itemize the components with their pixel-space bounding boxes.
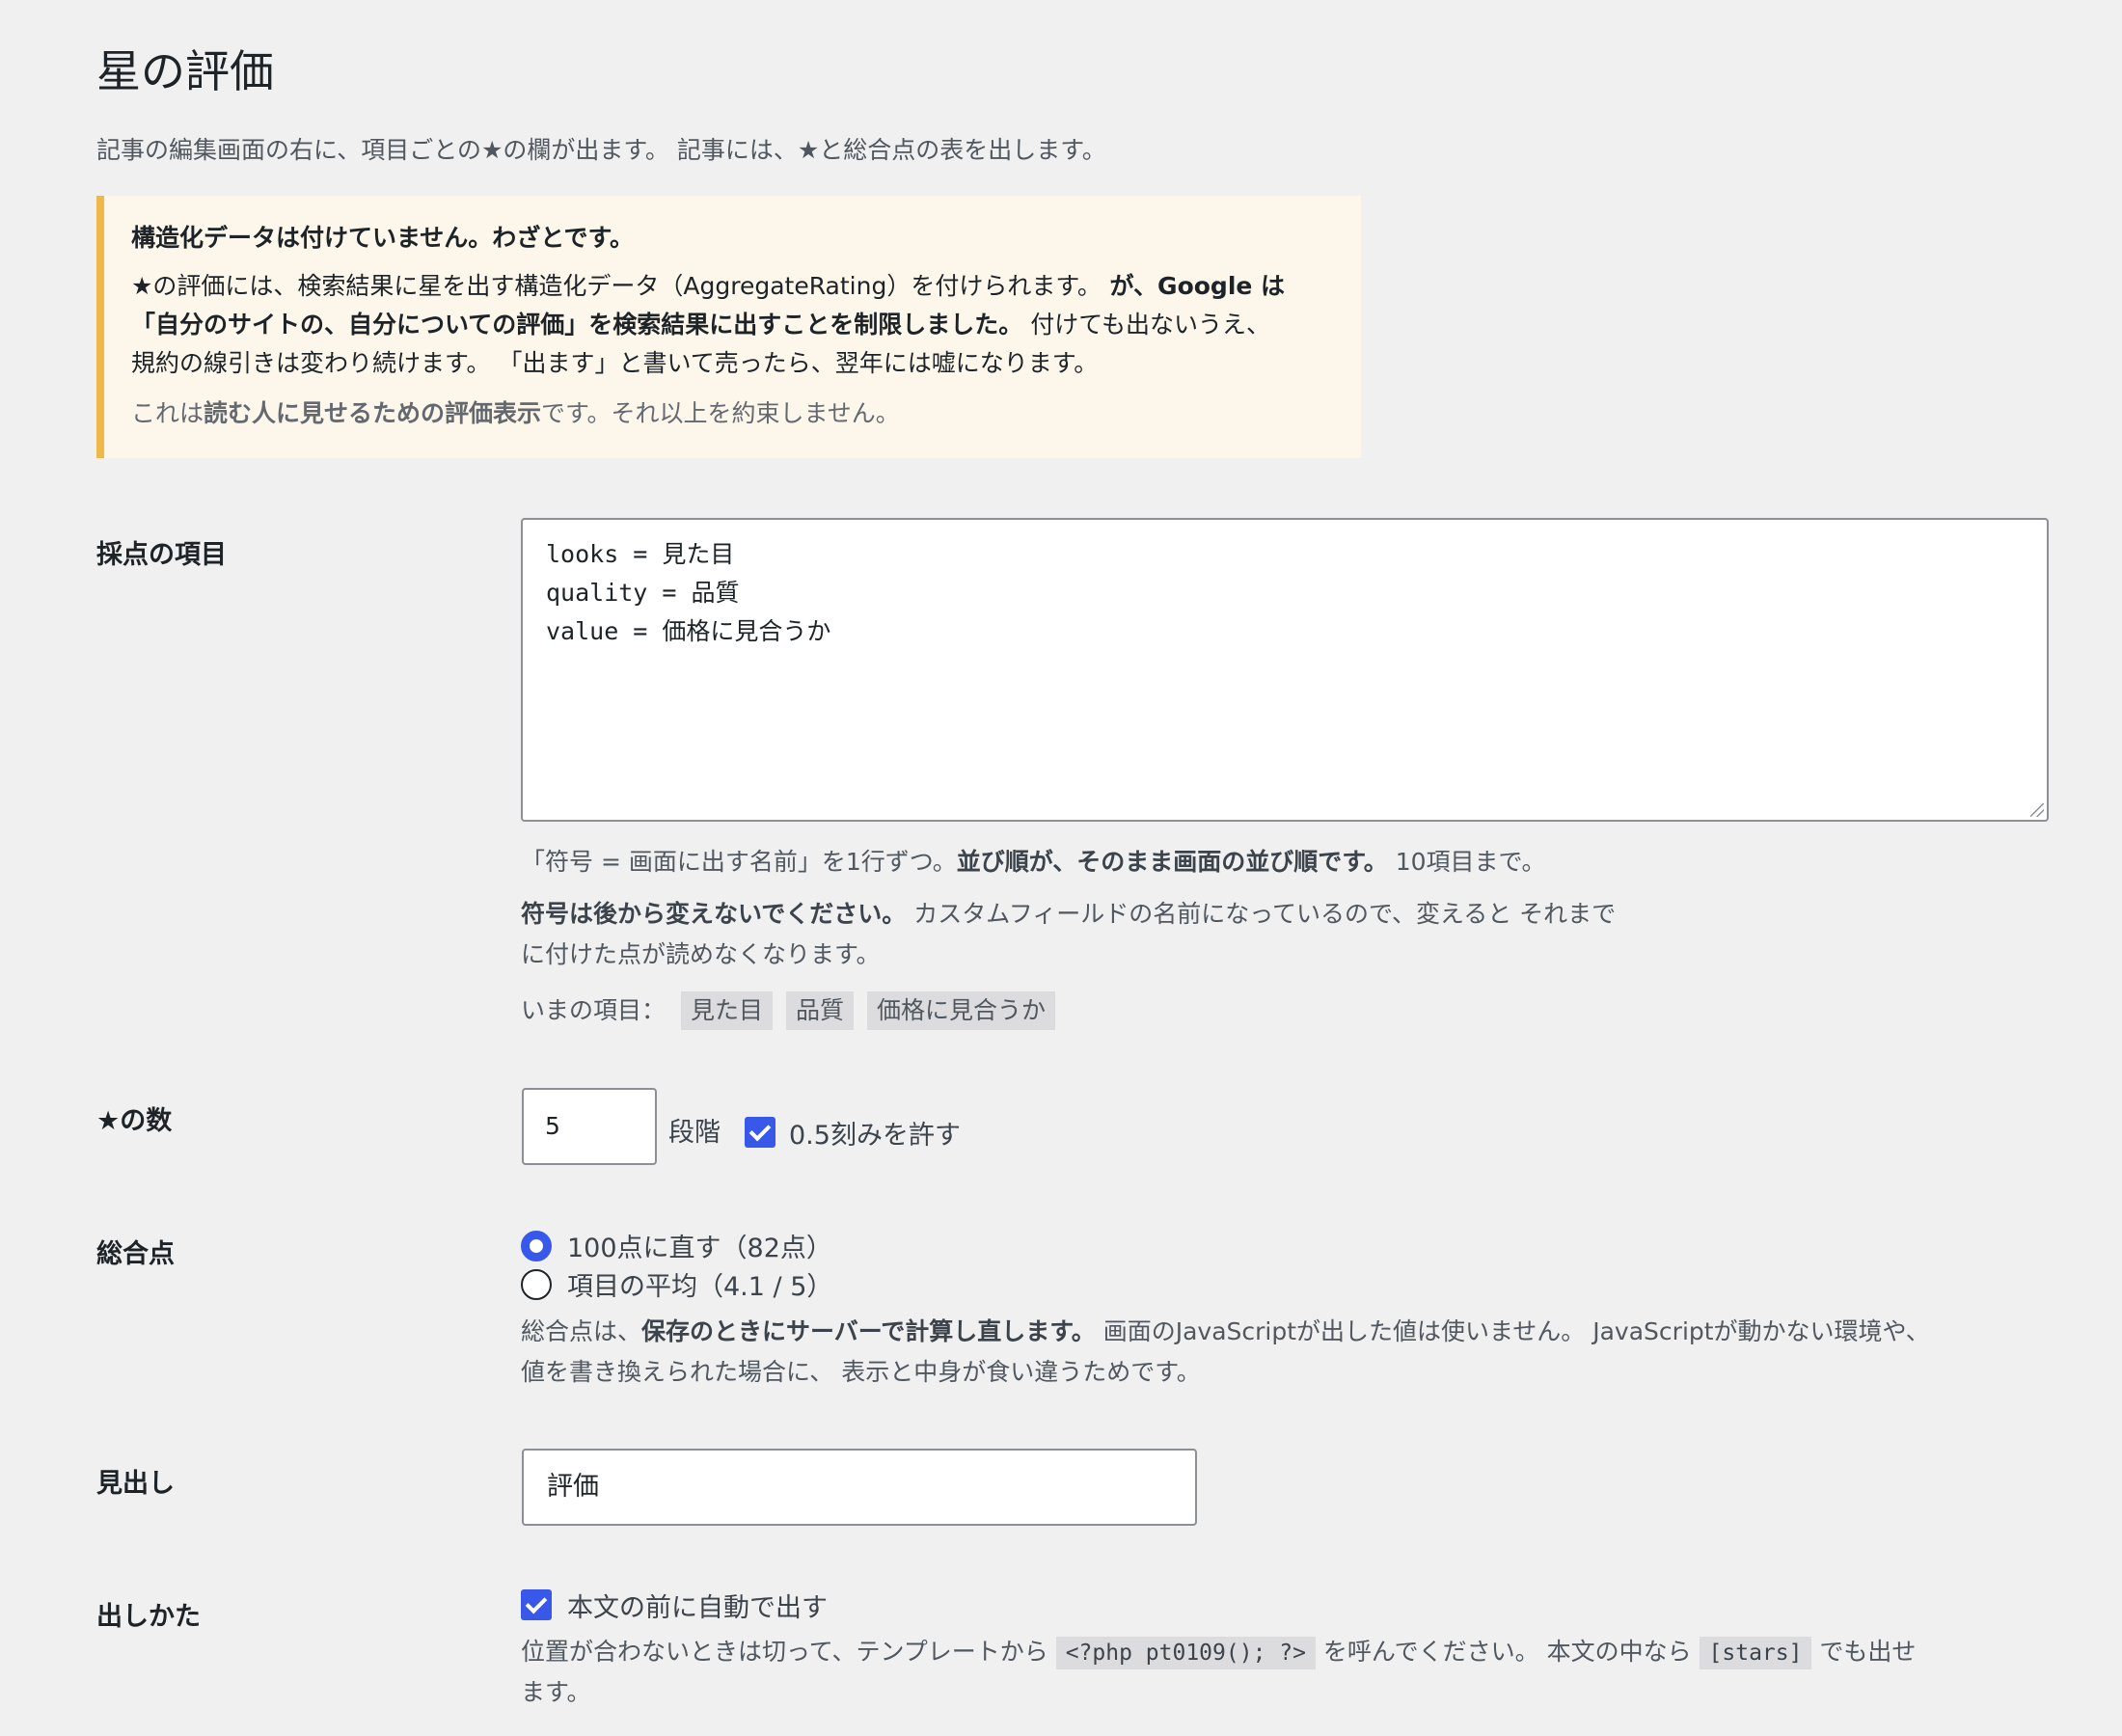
help-text: 「符号 = 画面に出す名前」を1行ずつ。 <box>521 848 957 876</box>
total-score-label: 総合点 <box>96 1239 175 1269</box>
settings-page: 星の評価 記事の編集画面の右に、項目ごとの★の欄が出ます。 記事には、★と総合点… <box>0 0 2122 1736</box>
items-help-1: 「符号 = 画面に出す名前」を1行ずつ。並び順が、そのまま画面の並び順です。 1… <box>521 842 1546 882</box>
template-tag-code: <?php pt0109(); ?> <box>1055 1637 1316 1669</box>
help-text: でも出せ <box>1811 1638 1917 1666</box>
page-title: 星の評価 <box>96 45 274 97</box>
notice-line-2: 「自分のサイトの、自分についての評価」を検索結果に出すことを制限しました。 付け… <box>131 306 1334 344</box>
items-help-3: に付けた点が読めなくなります。 <box>521 940 881 968</box>
help-emphasis: 保存のときにサーバーで計算し直します。 <box>641 1317 1096 1345</box>
items-textarea[interactable]: looks = 見た目 quality = 品質 value = 価格に見合うか <box>521 518 2049 822</box>
warning-notice: 構造化データは付けていません。わざとです。 ★の評価には、検索結果に星を出す構造… <box>96 196 1361 458</box>
help-text: カスタムフィールドの名前になっているので、変えると それまで <box>906 900 1617 928</box>
notice-emphasis: 読む人に見せるための評価表示 <box>204 399 542 427</box>
heading-input[interactable]: 評価 <box>522 1449 1197 1526</box>
current-items: いまの項目： 見た目 品質 価格に見合うか <box>521 990 1056 1031</box>
help-text: 位置が合わないときは切って、テンプレートから <box>521 1638 1056 1666</box>
item-tag: 価格に見合うか <box>867 991 1056 1030</box>
notice-emphasis: 「自分のサイトの、自分についての評価」を検索結果に出すことを制限しました。 <box>131 311 1023 339</box>
items-help-2: 符号は後から変えないでください。 カスタムフィールドの名前になっているので、変え… <box>521 894 1616 935</box>
stars-count-input[interactable]: 5 <box>522 1088 657 1165</box>
current-items-label: いまの項目： <box>521 996 667 1024</box>
half-step-label: 0.5刻みを許す <box>789 1121 961 1151</box>
display-desc-1: 位置が合わないときは切って、テンプレートから <?php pt0109(); ?… <box>521 1632 1916 1673</box>
notice-line-3: 規約の線引きは変わり続けます。 「出ます」と書いて売ったら、翌年には嘘になります… <box>131 349 1099 377</box>
auto-insert-label: 本文の前に自動で出す <box>567 1593 828 1623</box>
help-text: 総合点は、 <box>521 1317 642 1345</box>
heading-label: 見出し <box>96 1469 175 1499</box>
total-mode-radio-100[interactable] <box>521 1231 552 1261</box>
notice-text: です。それ以上を約束しません。 <box>541 399 900 427</box>
help-text: を呼んでください。 本文の中なら <box>1315 1638 1700 1666</box>
total-mode-radio-average[interactable] <box>521 1269 552 1300</box>
notice-emphasis: が、Google は <box>1101 272 1286 300</box>
stars-unit: 段階 <box>668 1118 721 1148</box>
total-mode-option-average[interactable]: 項目の平均（4.1 / 5） <box>567 1265 832 1303</box>
display-desc-2: ます。 <box>521 1678 591 1706</box>
page-intro: 記事の編集画面の右に、項目ごとの★の欄が出ます。 記事には、★と総合点の表を出し… <box>96 136 1106 164</box>
stars-count-label: ★の数 <box>96 1106 173 1136</box>
help-emphasis: 符号は後から変えないでください。 <box>521 900 907 928</box>
resize-handle-icon[interactable] <box>2030 803 2044 817</box>
notice-text: ★の評価には、検索結果に星を出す構造化データ（AggregateRating）を… <box>131 272 1102 300</box>
notice-text: 付けても出ないうえ、 <box>1022 311 1270 339</box>
help-text: 10項目まで。 <box>1387 848 1546 876</box>
help-text: 画面のJavaScriptが出した値は使いません。 JavaScriptが動かな… <box>1095 1317 1930 1345</box>
shortcode-code: [stars] <box>1699 1637 1812 1669</box>
items-label: 採点の項目 <box>96 540 227 570</box>
notice-footnote: これは読む人に見せるための評価表示です。それ以上を約束しません。 <box>131 394 1334 433</box>
auto-insert-checkbox[interactable] <box>521 1589 552 1620</box>
half-step-checkbox[interactable] <box>745 1117 775 1148</box>
total-desc-1: 総合点は、保存のときにサーバーで計算し直します。 画面のJavaScriptが出… <box>521 1312 1930 1352</box>
notice-text: これは <box>131 399 204 427</box>
notice-line-1: ★の評価には、検索結果に星を出す構造化データ（AggregateRating）を… <box>131 267 1334 306</box>
total-desc-2: 値を書き換えられた場合に、 表示と中身が食い違うためです。 <box>521 1358 1201 1386</box>
notice-title: 構造化データは付けていません。わざとです。 <box>131 224 635 252</box>
total-mode-option-100[interactable]: 100点に直す（82点） <box>567 1227 832 1264</box>
item-tag: 見た目 <box>681 991 774 1030</box>
display-mode-label: 出しかた <box>96 1602 201 1632</box>
help-emphasis: 並び順が、そのまま画面の並び順です。 <box>956 848 1388 876</box>
item-tag: 品質 <box>786 991 855 1030</box>
